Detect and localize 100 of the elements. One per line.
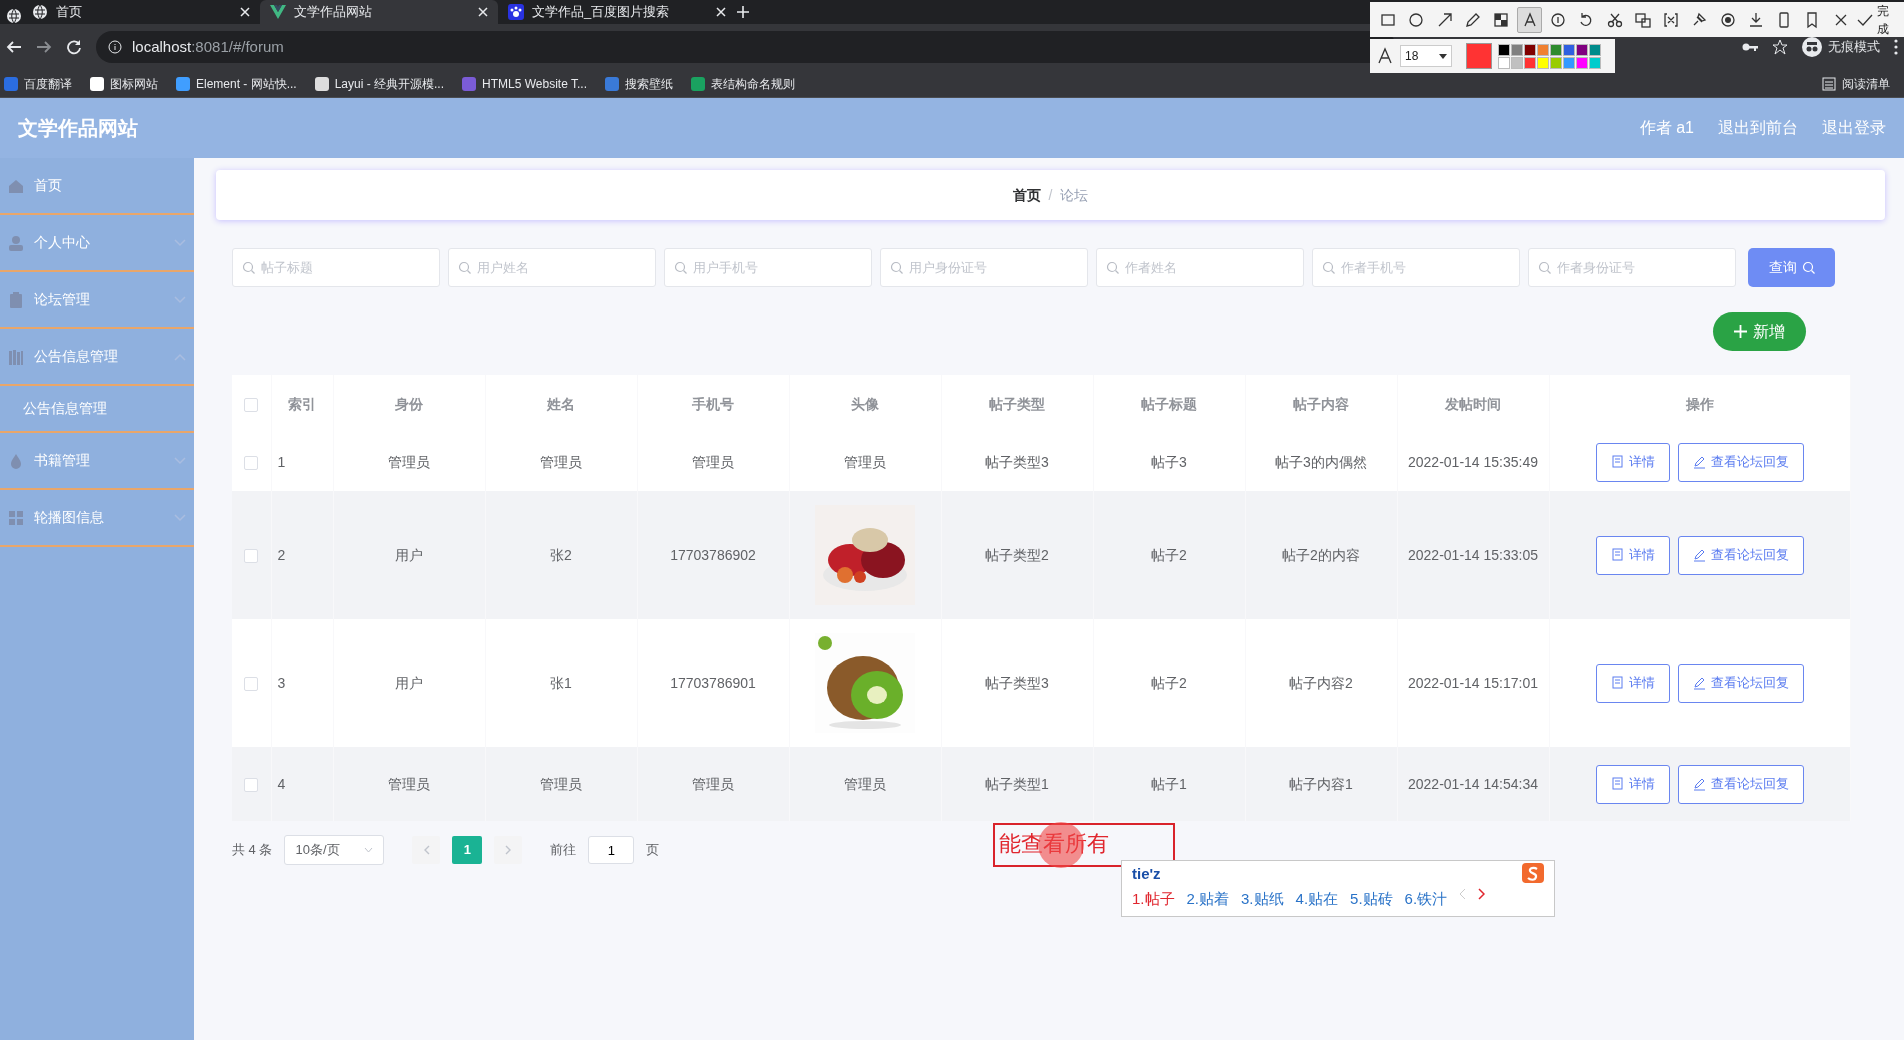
search-field[interactable]: 作者身份证号 bbox=[1528, 248, 1736, 287]
list-icon bbox=[1822, 76, 1836, 91]
bracket-icon[interactable] bbox=[1662, 10, 1681, 29]
done-button[interactable]: 完成 bbox=[1856, 1, 1898, 38]
browser-tab[interactable]: 首页 bbox=[22, 0, 260, 24]
table-cell-text: 2022-01-14 14:54:34 bbox=[1407, 774, 1539, 794]
bookmark-link[interactable]: 图标网站 bbox=[90, 74, 158, 93]
color-swatch[interactable] bbox=[1563, 43, 1575, 56]
search-field[interactable]: 用户身份证号 bbox=[880, 248, 1088, 287]
circle-icon[interactable] bbox=[1407, 10, 1426, 29]
page-label: 页 bbox=[646, 841, 660, 860]
page-input[interactable]: 1 bbox=[588, 836, 635, 864]
table-cell: 帖子2 bbox=[1151, 674, 1187, 691]
bookmark-link[interactable]: 表结构命名规则 bbox=[691, 74, 795, 93]
bookmark-link[interactable]: HTML5 Website T... bbox=[462, 74, 587, 93]
color-swatch[interactable] bbox=[1576, 56, 1588, 69]
ime-candidate[interactable]: 3.贴纸 bbox=[1241, 888, 1284, 911]
table-cell: 管理员 bbox=[844, 775, 886, 792]
star-icon[interactable] bbox=[1772, 39, 1788, 55]
checkbox[interactable] bbox=[244, 777, 259, 792]
reload-icon[interactable] bbox=[66, 39, 82, 55]
color-swatch[interactable] bbox=[1589, 56, 1601, 69]
bookmark-link[interactable]: Element - 网站快... bbox=[176, 74, 297, 93]
search-icon bbox=[1106, 261, 1119, 274]
search-field[interactable]: 作者姓名 bbox=[1096, 248, 1304, 287]
forward-icon[interactable] bbox=[36, 39, 52, 55]
goto-label: 前往 bbox=[550, 841, 577, 860]
checkbox[interactable] bbox=[244, 548, 259, 563]
books-icon bbox=[8, 348, 24, 365]
color-swatch[interactable] bbox=[1498, 56, 1510, 69]
search-button[interactable]: 查询 bbox=[1748, 248, 1835, 287]
checkbox[interactable] bbox=[244, 397, 259, 412]
ime-candidate[interactable]: 1.帖子 bbox=[1132, 888, 1175, 911]
view-replies-button[interactable]: 查看论坛回复 bbox=[1677, 663, 1804, 703]
clipboard-icon bbox=[8, 291, 24, 308]
details-button[interactable]: 详情 bbox=[1595, 764, 1670, 804]
search-field[interactable]: 用户手机号 bbox=[664, 248, 872, 287]
table-cell: 帖子类型1 bbox=[985, 775, 1049, 792]
breadcrumb-item[interactable]: 首页 bbox=[1012, 184, 1041, 206]
ime-candidate[interactable]: 5.贴砖 bbox=[1350, 888, 1393, 911]
table-cell-text: 2022-01-14 15:17:01 bbox=[1407, 673, 1539, 693]
search-field[interactable]: 用户姓名 bbox=[448, 248, 656, 287]
numbered-marker-icon[interactable] bbox=[1548, 10, 1567, 29]
document-icon bbox=[1610, 455, 1624, 469]
color-swatch[interactable] bbox=[1498, 43, 1510, 56]
color-swatch[interactable] bbox=[1537, 56, 1549, 69]
bookmark-link[interactable]: 搜索壁纸 bbox=[605, 74, 673, 93]
view-replies-button[interactable]: 查看论坛回复 bbox=[1677, 442, 1804, 482]
table-cell: 帖子1 bbox=[1151, 775, 1187, 792]
color-swatch[interactable] bbox=[1524, 43, 1536, 56]
table-cell: 17703786902 bbox=[670, 546, 756, 563]
table-cell: 帖子类型3 bbox=[985, 674, 1049, 691]
page-button[interactable]: 1 bbox=[452, 836, 483, 864]
color-swatch[interactable] bbox=[1537, 43, 1549, 56]
color-swatch[interactable] bbox=[1563, 56, 1575, 69]
mosaic-icon[interactable] bbox=[1492, 10, 1511, 29]
current-color-swatch[interactable] bbox=[1466, 43, 1492, 69]
color-swatch[interactable] bbox=[1511, 56, 1523, 69]
table-cell: 1 bbox=[277, 453, 286, 470]
checkbox[interactable] bbox=[244, 676, 259, 691]
drop-icon bbox=[8, 452, 24, 469]
bookmark-link[interactable]: Layui - 经典开源模... bbox=[314, 74, 445, 93]
view-replies-button[interactable]: 查看论坛回复 bbox=[1677, 764, 1804, 804]
table-cell: 17703786901 bbox=[670, 674, 756, 691]
ime-candidate[interactable]: 4.贴在 bbox=[1295, 888, 1339, 911]
browser-tab[interactable]: 文学作品网站 bbox=[260, 0, 498, 24]
chevron-right-icon[interactable] bbox=[1478, 888, 1486, 900]
color-swatch[interactable] bbox=[1589, 43, 1601, 56]
more-menu-icon[interactable] bbox=[1894, 39, 1898, 55]
color-swatch[interactable] bbox=[1576, 43, 1588, 56]
table-cell: 用户 bbox=[395, 674, 423, 691]
close-icon[interactable] bbox=[240, 7, 250, 17]
color-swatch[interactable] bbox=[1524, 56, 1536, 69]
details-button[interactable]: 详情 bbox=[1595, 663, 1670, 703]
view-replies-button[interactable]: 查看论坛回复 bbox=[1677, 535, 1804, 575]
search-field[interactable]: 作者手机号 bbox=[1312, 248, 1520, 287]
reading-list-link[interactable]: 阅读清单 bbox=[1822, 74, 1890, 93]
address-bar[interactable]: localhost:8081/#/forum bbox=[96, 31, 1396, 63]
back-icon[interactable] bbox=[6, 39, 22, 55]
color-swatch[interactable] bbox=[1511, 43, 1523, 56]
page-size-select[interactable]: 10条/页 bbox=[284, 835, 385, 865]
key-icon[interactable] bbox=[1742, 42, 1758, 52]
add-button[interactable]: 新增 bbox=[1713, 312, 1806, 351]
color-swatch[interactable] bbox=[1550, 43, 1562, 56]
close-icon[interactable] bbox=[478, 7, 488, 17]
color-swatch[interactable] bbox=[1550, 56, 1562, 69]
browser-tab[interactable]: 文学作品_百度图片搜索 bbox=[498, 0, 736, 24]
ime-candidate[interactable]: 6.铁汁 bbox=[1404, 888, 1448, 911]
record-icon[interactable] bbox=[1718, 10, 1737, 29]
font-size-select[interactable]: 18 bbox=[1400, 45, 1452, 67]
ime-logo-icon bbox=[1522, 863, 1544, 883]
bookmark-link[interactable]: 百度翻译 bbox=[4, 74, 72, 93]
details-button[interactable]: 详情 bbox=[1595, 535, 1670, 575]
checkbox[interactable] bbox=[244, 455, 259, 470]
font-size-icon bbox=[1376, 47, 1394, 65]
close-icon[interactable] bbox=[716, 7, 726, 17]
column-header: 发帖时间 bbox=[1445, 395, 1501, 412]
ime-candidate[interactable]: 2.贴着 bbox=[1186, 888, 1230, 911]
details-button[interactable]: 详情 bbox=[1595, 442, 1670, 482]
caret-icon bbox=[1439, 53, 1447, 59]
